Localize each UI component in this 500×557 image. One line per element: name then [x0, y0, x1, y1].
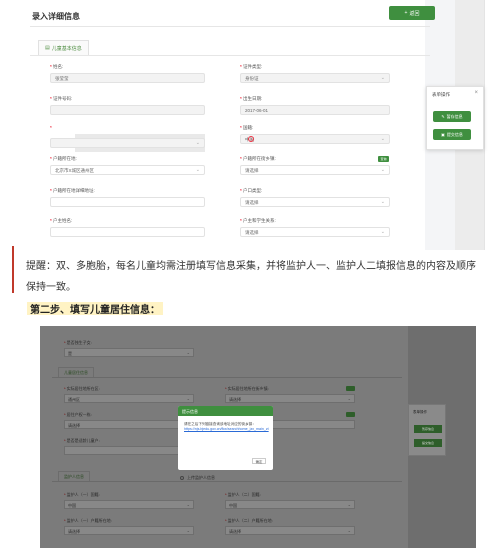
age-household-field[interactable]	[64, 446, 194, 455]
section-header-2: 监护人信息	[52, 470, 402, 482]
panel-title: 表单操作	[432, 92, 450, 97]
id-number-label: * 证件号码:	[50, 96, 73, 101]
name-label: * 姓名:	[50, 64, 64, 69]
property-label: * 居住产权一栋:	[64, 412, 92, 417]
hukou-detail-field[interactable]	[50, 197, 205, 207]
form-screenshot-2: * 是否独生子女: 是 ⌄ 儿童居住信息 * 实际居住地所在区: 通州区 ⌄ * 实…	[40, 326, 476, 548]
guardian2-nationality-select[interactable]: 中国 ⌄	[225, 500, 355, 509]
save-icon: ▣	[441, 132, 445, 137]
section-header: ▤ 儿童基本信息	[30, 38, 430, 56]
chevron-down-icon: ⌄	[380, 229, 385, 235]
age-household-label: * 是否是适龄儿童户:	[64, 438, 100, 443]
huzhu-rel-select[interactable]: 请选择 ⌄	[240, 227, 390, 237]
hukou-street-select[interactable]: 请选择 ⌄	[240, 165, 390, 175]
residence-street-label: * 实际居住地所在街乡镇:	[225, 386, 269, 391]
guardian2-hukou-label: * 监护人（二）户籍所在地:	[225, 518, 273, 523]
redacted-select[interactable]: ⌄	[50, 138, 205, 148]
query-button-2[interactable]	[346, 412, 355, 417]
warning-icon: !	[248, 136, 254, 142]
chevron-down-icon: ⌄	[347, 528, 351, 533]
guardian1-nationality-select[interactable]: 中国 ⌄	[64, 500, 194, 509]
chevron-down-icon: ⌄	[186, 502, 190, 507]
chevron-down-icon: ⌄	[195, 167, 200, 173]
chevron-down-icon: ⌄	[347, 502, 351, 507]
submit-button[interactable]: ▣ 提交信息	[433, 129, 471, 140]
step-heading: 第二步、填写儿童居住信息：	[27, 302, 163, 316]
name-field[interactable]: 张莹莹	[50, 73, 205, 83]
tip-box: 提醒：双、多胞胎，每名儿童均需注册填写信息采集，并将监护人一、监护人二填报信息的…	[12, 246, 482, 293]
id-number-field[interactable]	[50, 105, 205, 115]
tip-text: 提醒：双、多胞胎，每名儿童均需注册填写信息采集，并将监护人一、监护人二填报信息的…	[26, 261, 476, 293]
chevron-down-icon: ⌄	[380, 199, 385, 205]
dialog-link[interactable]: https://njs.bjedu.gov.cn/fkw/searchhome_…	[184, 427, 269, 431]
query-button[interactable]: 查询	[378, 156, 389, 162]
close-icon[interactable]: ×	[474, 90, 478, 96]
property-select[interactable]: 请选择⌄	[64, 420, 194, 429]
save-button[interactable]: 暂存信息	[414, 425, 442, 433]
hukou-label: * 户籍所在地:	[50, 156, 77, 161]
hukou-type-label: * 户口类型:	[240, 188, 263, 193]
huzhu-name-label: * 户主姓名:	[50, 218, 73, 223]
document-icon: ▤	[45, 45, 50, 51]
form-screenshot-1: 录入详细信息 + 返回 ▤ 儿童基本信息 * 姓名: 张莹莹 * 证件类型: 身份证…	[20, 0, 485, 250]
chevron-down-icon: ⌄	[380, 167, 385, 173]
chevron-down-icon: ⌄	[380, 75, 385, 81]
submit-button[interactable]: 提交信息	[414, 439, 442, 447]
section-header: 儿童居住信息	[52, 366, 402, 378]
dialog-title: 提示信息	[178, 406, 273, 416]
required-mark: *	[50, 125, 52, 130]
tab-child-basic-info[interactable]: ▤ 儿童基本信息	[38, 40, 89, 55]
plus-icon: +	[404, 10, 408, 16]
chevron-down-icon: ⌄	[186, 528, 190, 533]
residence-street-select[interactable]: 请选择 ⌄	[225, 394, 355, 403]
huzhu-name-field[interactable]	[50, 227, 205, 237]
id-type-label: * 证件类型:	[240, 64, 263, 69]
form-actions-panel-dimmed: 表单操作 暂存信息 提交信息	[408, 404, 446, 456]
radio-button[interactable]	[180, 476, 184, 480]
pencil-icon: ✎	[441, 114, 445, 119]
form-main: 录入详细信息 + 返回 ▤ 儿童基本信息 * 姓名: 张莹莹 * 证件类型: 身份证…	[20, 0, 435, 250]
birth-field[interactable]: 2017-06-01	[240, 105, 390, 115]
guardian1-nationality-label: * 监护人（一）国籍:	[64, 492, 100, 497]
hukou-detail-label: * 户籍所在地详细地址:	[50, 188, 95, 193]
only-child-label: * 是否独生子女:	[64, 340, 92, 345]
guardian-note: 上传监护人信息	[187, 475, 215, 480]
huzhu-rel-label: * 户主和学生关系:	[240, 218, 276, 223]
hukou-type-select[interactable]: 请选择 ⌄	[240, 197, 390, 207]
panel-title: 表单操作	[413, 410, 427, 414]
query-button[interactable]	[346, 386, 355, 391]
nationality-label: * 国籍:	[240, 125, 254, 130]
chevron-down-icon: ⌄	[195, 140, 200, 146]
info-dialog: 提示信息 请在之后下列链接查询该地址对应的街乡镇： https://njs.bj…	[178, 406, 273, 470]
form-actions-panel: 表单操作 × ✎ 暂存信息 ▣ 提交信息	[426, 86, 484, 150]
hukou-select[interactable]: 北京市X城区通州区 ⌄	[50, 165, 205, 175]
dialog-body: 请在之后下列链接查询该地址对应的街乡镇： https://njs.bjedu.g…	[184, 422, 269, 431]
chevron-down-icon: ⌄	[347, 396, 351, 401]
guardian1-hukou-select[interactable]: 请选择 ⌄	[64, 526, 194, 535]
guardian2-hukou-select[interactable]: 请选择 ⌄	[225, 526, 355, 535]
hukou-street-label: * 户籍所在街乡镇:	[240, 156, 276, 161]
ok-button[interactable]: 确定	[252, 458, 266, 464]
residence-district-label: * 实际居住地所在区:	[64, 386, 100, 391]
tab-guardian-info[interactable]: 监护人信息	[58, 471, 90, 481]
only-child-select[interactable]: 是 ⌄	[64, 348, 194, 357]
chevron-down-icon: ⌄	[186, 396, 190, 401]
back-button[interactable]: + 返回	[389, 6, 435, 20]
guardian1-hukou-label: * 监护人（一）户籍所在地:	[64, 518, 112, 523]
tab-residence-info[interactable]: 儿童居住信息	[58, 367, 94, 377]
residence-district-select[interactable]: 通州区 ⌄	[64, 394, 194, 403]
divider	[30, 26, 430, 27]
guardian2-nationality-label: * 监护人（二）国籍:	[225, 492, 261, 497]
save-button[interactable]: ✎ 暂存信息	[433, 111, 471, 122]
birth-label: * 出生日期:	[240, 96, 263, 101]
chevron-down-icon: ⌄	[186, 350, 190, 355]
page-title: 录入详细信息	[32, 12, 80, 21]
id-type-select[interactable]: 身份证 ⌄	[240, 73, 390, 83]
nationality-select[interactable]: 中国 ⌄	[240, 134, 390, 144]
chevron-down-icon: ⌄	[380, 136, 385, 142]
